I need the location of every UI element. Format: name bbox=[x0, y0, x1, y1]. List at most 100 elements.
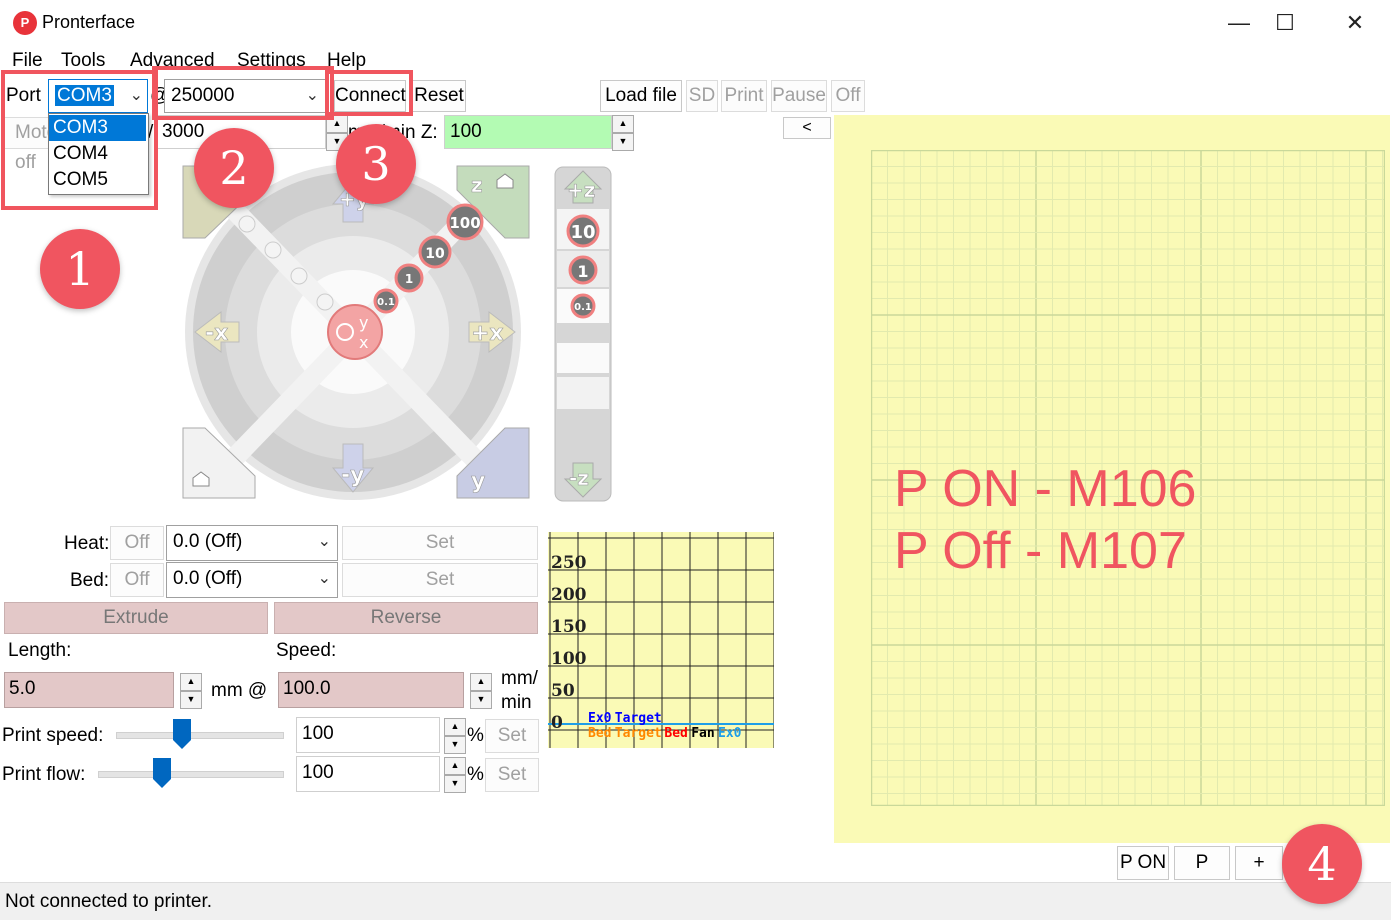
print-button[interactable]: Print bbox=[721, 80, 767, 112]
plate-note-line2: P Off - M107 bbox=[894, 522, 1187, 580]
graph-legend-entry: Target bbox=[615, 726, 662, 741]
units-line2: min bbox=[501, 692, 532, 713]
print-flow-set-button[interactable]: Set bbox=[485, 758, 539, 792]
jog-center-x: x bbox=[359, 333, 368, 352]
graph-y-tick: 100 bbox=[551, 649, 587, 669]
home-y-label: y bbox=[471, 469, 485, 494]
pause-button[interactable]: Pause bbox=[771, 80, 827, 112]
print-speed-stepper[interactable]: ▲ ▼ bbox=[444, 718, 466, 754]
print-flow-percent: % bbox=[467, 764, 484, 785]
mm-at-label: mm @ bbox=[211, 680, 268, 701]
graph-y-tick: 250 bbox=[551, 553, 587, 573]
heat-value: 0.0 (Off) bbox=[173, 531, 243, 552]
jog-plus-z-label: +z bbox=[567, 178, 595, 202]
speed-stepper[interactable]: ▲ ▼ bbox=[470, 673, 492, 709]
units-line1: mm/ bbox=[501, 668, 538, 689]
z-step-10-label: 10 bbox=[570, 222, 595, 243]
print-speed-label: Print speed: bbox=[2, 725, 104, 746]
length-field[interactable]: 5.0 bbox=[4, 672, 174, 708]
length-label: Length: bbox=[8, 640, 72, 661]
print-speed-set-button[interactable]: Set bbox=[485, 719, 539, 753]
xy-jog-control[interactable]: z y -x +x +y -y 100 10 1 0.1 y x bbox=[175, 160, 535, 505]
graph-legend-entry: Fan bbox=[691, 726, 714, 741]
chevron-down-icon: ⌄ bbox=[317, 570, 331, 587]
close-button[interactable]: ✕ bbox=[1332, 6, 1378, 40]
menu-tools[interactable]: Tools bbox=[61, 50, 105, 72]
step-10-label: 10 bbox=[425, 246, 445, 262]
plate-note-line1: P ON - M106 bbox=[894, 460, 1197, 518]
print-flow-slider-thumb[interactable] bbox=[153, 758, 171, 788]
reverse-button[interactable]: Reverse bbox=[274, 602, 538, 634]
plate-note: P ON - M106 P Off - M107 bbox=[894, 458, 1196, 582]
pronterface-logo-icon: P bbox=[13, 11, 37, 35]
step-1-label: 1 bbox=[405, 272, 413, 286]
step-0-1-label: 0.1 bbox=[377, 297, 395, 308]
jog-minus-y-label: -y bbox=[341, 463, 364, 488]
print-speed-slider-thumb[interactable] bbox=[173, 719, 191, 749]
menu-file[interactable]: File bbox=[12, 50, 43, 72]
heat-off-button[interactable]: Off bbox=[110, 526, 164, 560]
highlight-connect-box bbox=[325, 70, 413, 116]
bed-set-button[interactable]: Set bbox=[342, 563, 538, 597]
z-speed-field[interactable]: 100 bbox=[444, 115, 612, 149]
graph-legend-entry: Bed bbox=[664, 726, 687, 741]
highlight-port-box bbox=[1, 70, 158, 210]
macro-p-off-button[interactable]: P OFF bbox=[1174, 846, 1230, 905]
step-marker-1: 1 bbox=[40, 229, 120, 309]
extrude-button[interactable]: Extrude bbox=[4, 602, 268, 634]
sd-button[interactable]: SD bbox=[686, 80, 718, 112]
print-flow-field[interactable]: 100 bbox=[296, 756, 440, 792]
heat-set-button[interactable]: Set bbox=[342, 526, 538, 560]
chevron-down-icon: ⌄ bbox=[317, 533, 331, 550]
heat-select[interactable]: 0.0 (Off) ⌄ bbox=[166, 525, 338, 561]
highlight-baud-box bbox=[152, 66, 334, 120]
step-marker-4: 4 bbox=[1282, 824, 1362, 904]
bed-value: 0.0 (Off) bbox=[173, 568, 243, 589]
jog-minus-z-label: -z bbox=[569, 466, 589, 490]
graph-y-tick: 0 bbox=[551, 713, 563, 733]
z-step-0-1-label: 0.1 bbox=[574, 302, 592, 313]
graph-legend-entry: Ex0 bbox=[718, 726, 742, 741]
graph-y-tick: 150 bbox=[551, 617, 587, 637]
print-speed-field[interactable]: 100 bbox=[296, 717, 440, 753]
graph-legend-entry: Ex0 bbox=[588, 711, 612, 726]
z-step-1-label: 1 bbox=[577, 262, 588, 281]
graph-legend-entry: Target bbox=[615, 711, 662, 726]
length-stepper[interactable]: ▲ ▼ bbox=[180, 673, 202, 709]
print-speed-percent: % bbox=[467, 725, 484, 746]
off-button[interactable]: Off bbox=[831, 80, 865, 112]
z-speed-stepper[interactable]: ▲ ▼ bbox=[612, 115, 634, 151]
jog-minus-x-label: -x bbox=[205, 321, 228, 346]
window-title: Pronterface bbox=[42, 12, 136, 32]
speed-label: Speed: bbox=[276, 640, 337, 661]
heat-label: Heat: bbox=[64, 533, 110, 554]
step-marker-3: 3 bbox=[336, 124, 416, 204]
add-macro-button[interactable]: + bbox=[1235, 846, 1283, 880]
print-flow-stepper[interactable]: ▲ ▼ bbox=[444, 757, 466, 793]
reset-button[interactable]: Reset bbox=[412, 80, 466, 112]
step-100-label: 100 bbox=[449, 214, 480, 232]
load-file-button[interactable]: Load file bbox=[600, 80, 682, 112]
bed-off-button[interactable]: Off bbox=[110, 563, 164, 597]
home-z-label: z bbox=[471, 173, 483, 197]
minimize-button[interactable]: — bbox=[1216, 6, 1262, 40]
step-marker-2: 2 bbox=[194, 128, 274, 208]
bed-select[interactable]: 0.0 (Off) ⌄ bbox=[166, 562, 338, 598]
graph-y-tick: 200 bbox=[551, 585, 587, 605]
print-speed-slider-track[interactable] bbox=[116, 732, 284, 739]
print-flow-slider-track[interactable] bbox=[98, 771, 284, 778]
print-flow-label: Print flow: bbox=[2, 764, 86, 785]
macro-p-on-button[interactable]: P ON bbox=[1117, 846, 1169, 880]
bed-label: Bed: bbox=[70, 570, 110, 591]
z-jog-control[interactable]: +z 10 1 0.1 -z bbox=[553, 165, 615, 505]
jog-plus-x-label: +x bbox=[471, 321, 504, 346]
maximize-button[interactable]: ☐ bbox=[1262, 6, 1308, 40]
temperature-graph: 250200150100500 Ex0 TargetBed Target Bed Fan… bbox=[548, 532, 774, 748]
speed-field[interactable]: 100.0 bbox=[278, 672, 464, 708]
graph-y-tick: 50 bbox=[551, 681, 575, 701]
graph-legend-entry: Bed bbox=[588, 726, 611, 741]
title-bar bbox=[0, 0, 1391, 46]
jog-center-y: y bbox=[359, 313, 368, 332]
collapse-button[interactable]: < bbox=[783, 117, 831, 139]
status-text: Not connected to printer. bbox=[5, 891, 213, 912]
